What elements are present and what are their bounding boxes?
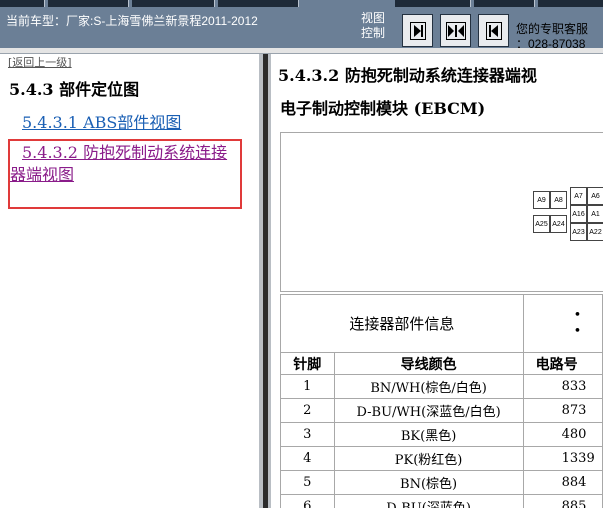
connector-pin: A7 bbox=[570, 187, 587, 205]
nav-link-connector-end-view[interactable]: 5.4.3.2 防抱死制动系统连接器端视图 bbox=[10, 142, 240, 186]
connector-info-bullets: • • bbox=[522, 294, 603, 353]
table-row: 2 D-BU/WH(深蓝色/白色) 873 bbox=[280, 398, 603, 423]
view-control-label: 视图 控制 bbox=[361, 11, 385, 41]
wire-color-cell: BN/WH(棕色/白色) bbox=[333, 374, 524, 399]
table-header-row: 针脚 导线颜色 电路号 bbox=[280, 352, 603, 375]
top-tab[interactable] bbox=[474, 0, 535, 7]
circuit-cell: 884 bbox=[522, 470, 603, 495]
info-bullet: • bbox=[573, 307, 582, 323]
table-row: 5 BN(棕色) 884 bbox=[280, 470, 603, 495]
connector-pin: A1 bbox=[587, 205, 603, 223]
connector-info-table: 连接器部件信息 • • 针脚 导线颜色 电路号 1 BN/WH(棕色/白色) 8… bbox=[280, 294, 603, 508]
pin-cell: 1 bbox=[280, 374, 335, 399]
connector-pin: A22 bbox=[587, 223, 603, 241]
nav-link-abs-component-view[interactable]: 5.4.3.1 ABS部件视图 bbox=[22, 109, 181, 133]
current-model-label: 当前车型：厂家:S-上海雪佛兰新景程2011-2012 bbox=[6, 14, 258, 28]
connector-pin: A9 bbox=[533, 191, 550, 209]
table-row: 4 PK(粉红色) 1339 bbox=[280, 446, 603, 471]
top-header: 当前车型：厂家:S-上海雪佛兰新景程2011-2012 视图 控制 您的专职客服… bbox=[0, 0, 603, 51]
connector-pin: A8 bbox=[550, 191, 567, 209]
wire-color-cell: PK(粉红色) bbox=[333, 446, 524, 471]
col-header-circuit: 电路号 bbox=[522, 352, 603, 375]
connector-pin: A6 bbox=[587, 187, 603, 205]
next-page-icon bbox=[409, 21, 426, 40]
expand-icon bbox=[445, 21, 466, 40]
connector-diagram: A9 A8 A7 A6 A16 A1 A25 A24 A23 A22 bbox=[280, 132, 603, 292]
wire-color-cell: BK(黑色) bbox=[333, 422, 524, 447]
prev-page-button[interactable] bbox=[478, 14, 509, 47]
wire-color-cell: D-BU/WH(深蓝色/白色) bbox=[333, 398, 524, 423]
col-header-pin: 针脚 bbox=[280, 352, 335, 375]
col-header-wire-color: 导线颜色 bbox=[333, 352, 524, 375]
back-link[interactable]: [返回上一级] bbox=[8, 54, 72, 70]
view-control-line1: 视图 bbox=[361, 11, 386, 25]
circuit-cell: 480 bbox=[522, 422, 603, 447]
table-row: 6 D-BU(深蓝色) 885 bbox=[280, 494, 603, 508]
circuit-cell: 1339 bbox=[522, 446, 603, 471]
connector-info-label: 连接器部件信息 bbox=[280, 294, 524, 353]
top-tab[interactable] bbox=[132, 0, 215, 7]
top-tab[interactable] bbox=[218, 0, 299, 7]
prev-page-icon bbox=[485, 21, 502, 40]
wire-color-cell: D-BU(深蓝色) bbox=[333, 494, 524, 508]
pin-cell: 2 bbox=[280, 398, 335, 423]
info-bullet: • bbox=[573, 323, 582, 339]
circuit-cell: 873 bbox=[522, 398, 603, 423]
splitter-handle[interactable] bbox=[263, 54, 268, 508]
table-row: 3 BK(黑色) 480 bbox=[280, 422, 603, 447]
module-subtitle: 电子制动控制模块 (EBCM) bbox=[280, 99, 486, 118]
connector-pin: A24 bbox=[550, 215, 567, 233]
expand-view-button[interactable] bbox=[440, 14, 471, 47]
connector-pin: A16 bbox=[570, 205, 587, 223]
content-pane: 5.4.3.2 防抱死制动系统连接器端视 电子制动控制模块 (EBCM) A9 … bbox=[271, 54, 603, 508]
circuit-cell: 885 bbox=[522, 494, 603, 508]
service-line1: 您的专职客服 bbox=[516, 22, 589, 36]
content-title: 5.4.3.2 防抱死制动系统连接器端视 bbox=[278, 66, 537, 85]
top-tab[interactable] bbox=[395, 0, 471, 7]
pin-cell: 5 bbox=[280, 470, 335, 495]
table-row: 1 BN/WH(棕色/白色) 833 bbox=[280, 374, 603, 399]
pin-cell: 4 bbox=[280, 446, 335, 471]
top-tab[interactable] bbox=[0, 0, 45, 7]
top-tab[interactable] bbox=[538, 0, 603, 7]
top-tab[interactable] bbox=[48, 0, 129, 7]
section-title: 5.4.3 部件定位图 bbox=[9, 80, 140, 99]
pin-cell: 3 bbox=[280, 422, 335, 447]
pin-cell: 6 bbox=[280, 494, 335, 508]
next-page-button[interactable] bbox=[402, 14, 433, 47]
view-control-line2: 控制 bbox=[361, 26, 386, 40]
navigation-pane: [返回上一级] 5.4.3 部件定位图 5.4.3.1 ABS部件视图 5.4.… bbox=[0, 54, 259, 508]
circuit-cell: 833 bbox=[522, 374, 603, 399]
connector-pin: A23 bbox=[570, 223, 587, 241]
connector-pin: A25 bbox=[533, 215, 550, 233]
wire-color-cell: BN(棕色) bbox=[333, 470, 524, 495]
info-header-row: 连接器部件信息 • • bbox=[280, 294, 603, 353]
